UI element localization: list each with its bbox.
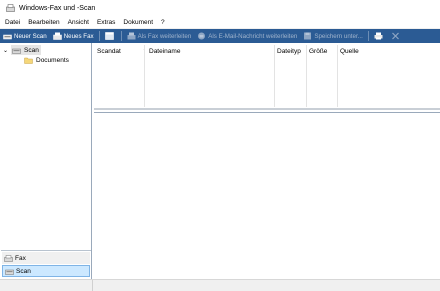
delete-button[interactable]	[388, 30, 405, 42]
forward-as-fax-button[interactable]: Als Fax weiterleiten	[124, 30, 195, 42]
column-header-filetype-label: Dateityp	[277, 47, 301, 55]
new-scan-label: Neuer Scan	[14, 32, 47, 40]
status-bar	[0, 279, 440, 291]
menu-bar: Datei Bearbeiten Ansicht Extras Dokument…	[0, 16, 440, 29]
column-header-scandate-label: Scandat	[97, 47, 121, 55]
toolbar-separator	[367, 31, 369, 41]
column-header-size[interactable]: Größe	[306, 46, 337, 56]
save-as-label: Speichern unter...	[314, 32, 363, 40]
email-forward-icon	[198, 32, 206, 40]
folder-icon	[24, 57, 33, 64]
scanner-icon	[5, 269, 14, 275]
menu-datei[interactable]: Datei	[0, 19, 24, 26]
menu-bearbeiten[interactable]: Bearbeiten	[24, 19, 63, 26]
fax-forward-icon	[127, 32, 136, 40]
document-list: Scandat ↑ Dateiname Dateityp Größe Quell…	[94, 43, 440, 110]
menu-ansicht[interactable]: Ansicht	[64, 19, 93, 26]
menu-help[interactable]: ?	[157, 19, 169, 26]
fax-icon	[52, 32, 62, 40]
column-header-filetype[interactable]: Dateityp	[274, 46, 306, 56]
tree-item-scan-label: Scan	[24, 46, 39, 54]
new-scan-button[interactable]: Neuer Scan	[0, 30, 50, 42]
toolbar-separator	[98, 31, 100, 41]
nav-fax-label: Fax	[15, 254, 26, 262]
forward-as-fax-label: Als Fax weiterleiten	[137, 32, 192, 40]
fax-scanner-icon	[6, 4, 15, 12]
column-header-scandate[interactable]: Scandat ↑	[94, 46, 145, 56]
preview-pane-icon	[104, 32, 114, 40]
window-title: Windows-Fax und -Scan	[19, 4, 96, 12]
print-button[interactable]	[371, 30, 388, 42]
fax-icon	[4, 254, 13, 262]
preview-pane	[94, 112, 440, 279]
delete-icon	[391, 32, 399, 40]
status-bar-divider	[92, 280, 93, 291]
menu-extras[interactable]: Extras	[93, 19, 119, 26]
toolbar: Neuer Scan Neues Fax Als Fax weiterleite…	[0, 29, 440, 43]
tree-item-documents[interactable]: Documents	[24, 55, 69, 65]
column-header-filename-label: Dateiname	[149, 47, 181, 55]
nav-scan-button[interactable]: Scan	[2, 265, 90, 277]
forward-as-email-button[interactable]: Als E-Mail-Nachricht weiterleiten	[194, 30, 300, 42]
title-bar: Windows-Fax und -Scan	[0, 0, 440, 16]
new-fax-label: Neues Fax	[63, 32, 94, 40]
new-fax-button[interactable]: Neues Fax	[50, 30, 97, 42]
scanner-folder-icon	[12, 48, 21, 54]
preview-toggle-button[interactable]	[102, 30, 119, 42]
nav-divider	[1, 250, 91, 251]
tree-item-scan[interactable]: ⌄ Scan	[3, 45, 41, 55]
printer-icon	[374, 32, 383, 40]
menu-dokument[interactable]: Dokument	[119, 19, 157, 26]
scanner-icon	[3, 34, 12, 40]
folder-tree-pane: ⌄ Scan Documents	[0, 43, 92, 279]
nav-scan-label: Scan	[16, 267, 31, 275]
save-icon	[304, 32, 312, 40]
toolbar-separator	[120, 31, 122, 41]
chevron-down-icon[interactable]: ⌄	[3, 47, 9, 54]
column-header-size-label: Größe	[309, 47, 328, 55]
forward-as-email-label: Als E-Mail-Nachricht weiterleiten	[208, 32, 298, 40]
column-divider[interactable]	[144, 45, 145, 107]
tree-item-scan-selection: Scan	[11, 45, 41, 55]
save-as-button[interactable]: Speichern unter...	[300, 30, 366, 42]
nav-fax-button[interactable]: Fax	[2, 252, 90, 264]
column-header-filename[interactable]: Dateiname	[146, 46, 274, 56]
tree-item-documents-label: Documents	[36, 56, 69, 64]
column-header-source[interactable]: Quelle	[337, 46, 397, 56]
column-header-source-label: Quelle	[340, 47, 359, 55]
